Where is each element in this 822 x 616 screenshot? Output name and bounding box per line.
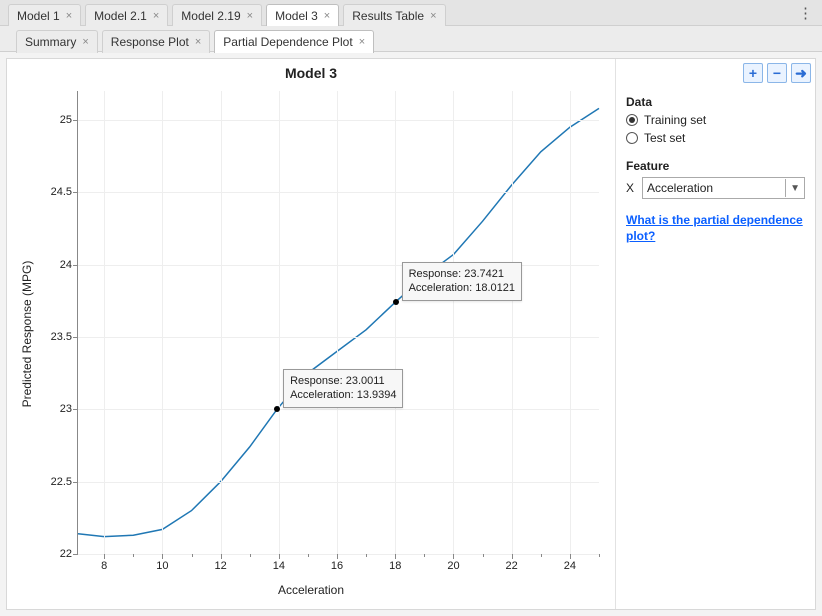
x-tick-label: 16 [331, 560, 343, 572]
datatip-resp-label: Response: [290, 375, 343, 387]
x-tick-label: 10 [156, 560, 168, 572]
y-tick-label: 23.5 [38, 331, 72, 343]
y-axis-label: Predicted Response (MPG) [20, 261, 34, 408]
tab-label: Model 1 [17, 9, 60, 23]
datatip-row: Acceleration: 18.0121 [409, 281, 515, 295]
close-icon[interactable]: × [359, 37, 365, 48]
datatip-resp-label: Response: [409, 268, 462, 280]
close-icon[interactable]: × [153, 11, 159, 22]
tab-partial-dependence-plot[interactable]: Partial Dependence Plot × [214, 30, 374, 53]
datatip-acc-label: Acceleration: [409, 282, 473, 294]
x-axis-label: Acceleration [278, 583, 344, 597]
feature-select[interactable]: Acceleration ▼ [642, 177, 805, 199]
y-tick-label: 24.5 [38, 186, 72, 198]
close-icon[interactable]: × [247, 11, 253, 22]
tab-model-2-19[interactable]: Model 2.19 × [172, 4, 262, 27]
tab-results-table[interactable]: Results Table × [343, 4, 445, 27]
feature-field-row: X Acceleration ▼ [626, 177, 805, 199]
gridline [570, 91, 571, 554]
view-tabstrip: Summary × Response Plot × Partial Depend… [0, 26, 822, 52]
x-tick-label: 24 [564, 560, 576, 572]
close-icon[interactable]: × [66, 11, 72, 22]
radio-label: Training set [644, 113, 706, 127]
series-line [78, 108, 599, 536]
gridline [279, 91, 280, 554]
feature-section-label: Feature [626, 159, 805, 173]
plot-title: Model 3 [7, 65, 615, 81]
datatip-row: Response: 23.7421 [409, 267, 515, 281]
datatip-resp-value: 23.0011 [346, 375, 385, 387]
gridline [78, 120, 599, 121]
model-tabstrip: Model 1 × Model 2.1 × Model 2.19 × Model… [0, 0, 822, 26]
close-icon[interactable]: × [324, 11, 330, 22]
gridline [162, 91, 163, 554]
tab-model-2-1[interactable]: Model 2.1 × [85, 4, 168, 27]
datatip-acc-value: 18.0121 [475, 282, 515, 294]
datatip-row: Acceleration: 13.9394 [290, 388, 396, 402]
x-letter-label: X [626, 181, 642, 195]
datatip-marker[interactable] [274, 406, 280, 412]
tab-label: Model 3 [275, 9, 318, 23]
gridline [221, 91, 222, 554]
gridline [78, 482, 599, 483]
y-tick-label: 24 [38, 259, 72, 271]
tabstrip-overflow-icon[interactable]: ⋮ [798, 4, 812, 22]
datatip-row: Response: 23.0011 [290, 374, 396, 388]
plot-pane: Model 3 2222.52323.52424.525810121416182… [7, 59, 615, 609]
x-tick-label: 8 [101, 560, 107, 572]
gridline [395, 91, 396, 554]
chevron-down-icon: ▼ [785, 179, 800, 197]
y-tick-label: 22.5 [38, 476, 72, 488]
tab-model-1[interactable]: Model 1 × [8, 4, 81, 27]
radio-test-set[interactable]: Test set [626, 131, 805, 145]
tab-label: Results Table [352, 9, 424, 23]
help-link[interactable]: What is the partial dependence plot? [626, 213, 805, 244]
datatip-resp-value: 23.7421 [464, 268, 504, 280]
x-tick-label: 22 [506, 560, 518, 572]
close-icon[interactable]: × [195, 37, 201, 48]
content-area: + − ➜ Model 3 2222.52323.52424.525810121… [6, 58, 816, 610]
radio-training-set[interactable]: Training set [626, 113, 805, 127]
datatip-acc-label: Acceleration: [290, 389, 354, 401]
x-tick-label: 20 [447, 560, 459, 572]
gridline [78, 337, 599, 338]
radio-dot-icon [626, 114, 638, 126]
radio-label: Test set [644, 131, 685, 145]
datatip-box[interactable]: Response: 23.7421Acceleration: 18.0121 [402, 262, 522, 301]
y-tick-label: 25 [38, 114, 72, 126]
tab-summary[interactable]: Summary × [16, 30, 98, 53]
tab-label: Summary [25, 35, 76, 49]
datatip-acc-value: 13.9394 [357, 389, 397, 401]
tab-label: Model 2.1 [94, 9, 147, 23]
y-tick-label: 22 [38, 548, 72, 560]
tab-response-plot[interactable]: Response Plot × [102, 30, 210, 53]
select-value: Acceleration [647, 181, 713, 195]
gridline [78, 409, 599, 410]
side-panel: Data Training set Test set Feature X Acc… [615, 59, 815, 609]
close-icon[interactable]: × [82, 37, 88, 48]
gridline [512, 91, 513, 554]
gridline [104, 91, 105, 554]
y-tick-label: 23 [38, 403, 72, 415]
plot-line-svg [78, 91, 599, 554]
tab-label: Response Plot [111, 35, 189, 49]
tab-model-3[interactable]: Model 3 × [266, 4, 339, 27]
gridline [78, 554, 599, 555]
x-tick-label: 14 [273, 560, 285, 572]
tab-label: Model 2.19 [181, 9, 240, 23]
app-root: Model 1 × Model 2.1 × Model 2.19 × Model… [0, 0, 822, 616]
data-section-label: Data [626, 95, 805, 109]
datatip-box[interactable]: Response: 23.0011Acceleration: 13.9394 [283, 369, 403, 408]
gridline [337, 91, 338, 554]
tab-label: Partial Dependence Plot [223, 35, 352, 49]
datatip-marker[interactable] [393, 299, 399, 305]
x-tick-label: 18 [389, 560, 401, 572]
plot-axes[interactable]: 2222.52323.52424.52581012141618202224Res… [77, 91, 599, 555]
gridline [453, 91, 454, 554]
gridline [78, 192, 599, 193]
radio-dot-icon [626, 132, 638, 144]
close-icon[interactable]: × [430, 11, 436, 22]
x-tick-label: 12 [214, 560, 226, 572]
